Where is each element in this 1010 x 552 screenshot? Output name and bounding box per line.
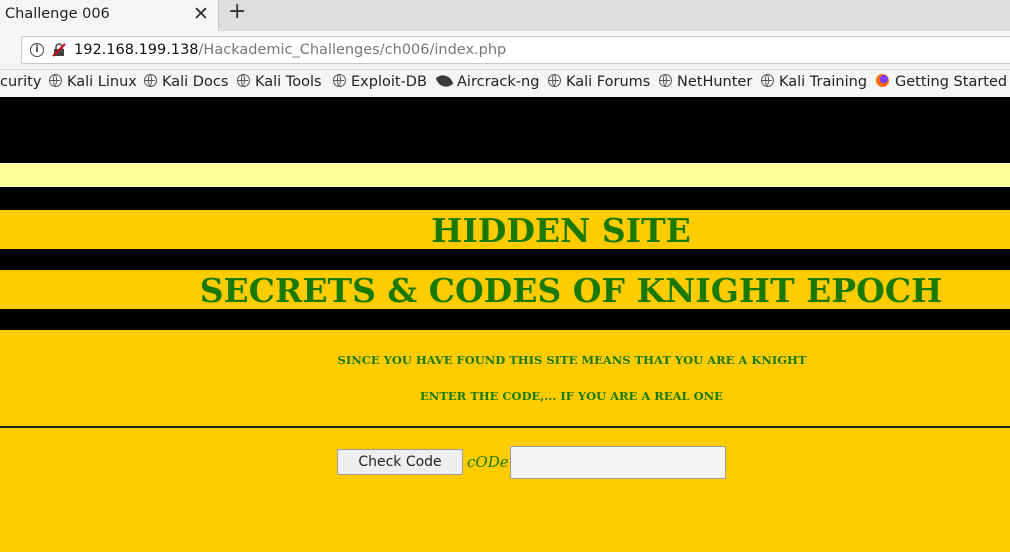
- globe-icon: [144, 74, 157, 87]
- bookmark-label: Kali Docs: [162, 74, 229, 90]
- aircrack-icon: [435, 71, 454, 91]
- bookmark-label: Kali Training: [779, 74, 868, 90]
- url-text[interactable]: 192.168.199.138/Hackademic_Challenges/ch…: [74, 42, 506, 58]
- globe-icon: [49, 74, 62, 87]
- url-path: /Hackademic_Challenges/ch006/index.php: [198, 42, 507, 58]
- globe-icon: [761, 74, 774, 87]
- bookmark-label: NetHunter: [677, 74, 753, 90]
- bookmark-label: Kali Tools: [255, 74, 322, 90]
- page-content: HIDDEN SITE SECRETS & CODES OF KNIGHT EP…: [0, 97, 1010, 552]
- bookmark-aircrack-ng[interactable]: Aircrack-ng: [435, 71, 540, 91]
- code-label: cODe: [467, 453, 509, 471]
- address-bar[interactable]: i 192.168.199.138/Hackademic_Challenges/…: [21, 36, 1010, 64]
- globe-icon: [659, 74, 672, 87]
- close-tab-icon[interactable]: ✕: [193, 3, 209, 25]
- bookmark-kali-tools[interactable]: Kali Tools: [237, 74, 322, 90]
- new-tab-icon[interactable]: +: [228, 0, 246, 24]
- page-subtitle: SECRETS & CODES OF KNIGHT EPOCH: [199, 271, 943, 310]
- tab-bar: Challenge 006 ✕ +: [0, 0, 1010, 31]
- bookmark-kali-training[interactable]: Kali Training: [761, 74, 867, 90]
- bookmark-label: Kali Forums: [566, 74, 651, 90]
- bookmark-label: Getting Started: [895, 74, 1008, 90]
- globe-icon: [548, 74, 561, 87]
- bookmark-exploit-db[interactable]: Exploit-DB: [333, 74, 427, 90]
- black-band: [0, 309, 1010, 330]
- black-band: [0, 249, 1010, 270]
- bookmarks-toolbar: curity Kali Linux Kali Docs Kali Tools E…: [0, 70, 1010, 97]
- tab-title: Challenge 006: [5, 6, 110, 22]
- insecure-lock-icon[interactable]: [52, 43, 66, 57]
- check-code-button[interactable]: Check Code: [337, 449, 463, 475]
- bookmark-label: curity: [0, 74, 42, 90]
- black-band: [0, 187, 1010, 210]
- bookmark-label: Aircrack-ng: [457, 74, 540, 90]
- bookmark-kali-linux[interactable]: Kali Linux: [49, 74, 137, 90]
- knight-message: SINCE YOU HAVE FOUND THIS SITE MEANS THA…: [337, 353, 807, 367]
- info-icon[interactable]: i: [30, 43, 44, 57]
- navigation-bar: i 192.168.199.138/Hackademic_Challenges/…: [0, 31, 1010, 70]
- horizontal-rule: [0, 426, 1010, 428]
- light-yellow-band: [0, 163, 1010, 187]
- tab-challenge-006[interactable]: Challenge 006 ✕: [0, 0, 219, 31]
- firefox-icon: [876, 74, 889, 87]
- bookmark-label: Exploit-DB: [351, 74, 427, 90]
- page-title: HIDDEN SITE: [431, 211, 691, 250]
- url-host: 192.168.199.138: [74, 42, 199, 58]
- enter-code-message: ENTER THE CODE,... IF YOU ARE A REAL ONE: [420, 389, 723, 403]
- bookmark-getting-started[interactable]: Getting Started: [876, 74, 1007, 90]
- globe-icon: [237, 74, 250, 87]
- code-input[interactable]: [510, 446, 726, 479]
- bookmark-nethunter[interactable]: NetHunter: [659, 74, 752, 90]
- globe-icon: [333, 74, 346, 87]
- bookmark-label: Kali Linux: [67, 74, 137, 90]
- black-band-top: [0, 97, 1010, 163]
- bookmark-kali-forums[interactable]: Kali Forums: [548, 74, 650, 90]
- bookmark-security[interactable]: curity: [0, 74, 41, 90]
- bookmark-kali-docs[interactable]: Kali Docs: [144, 74, 228, 90]
